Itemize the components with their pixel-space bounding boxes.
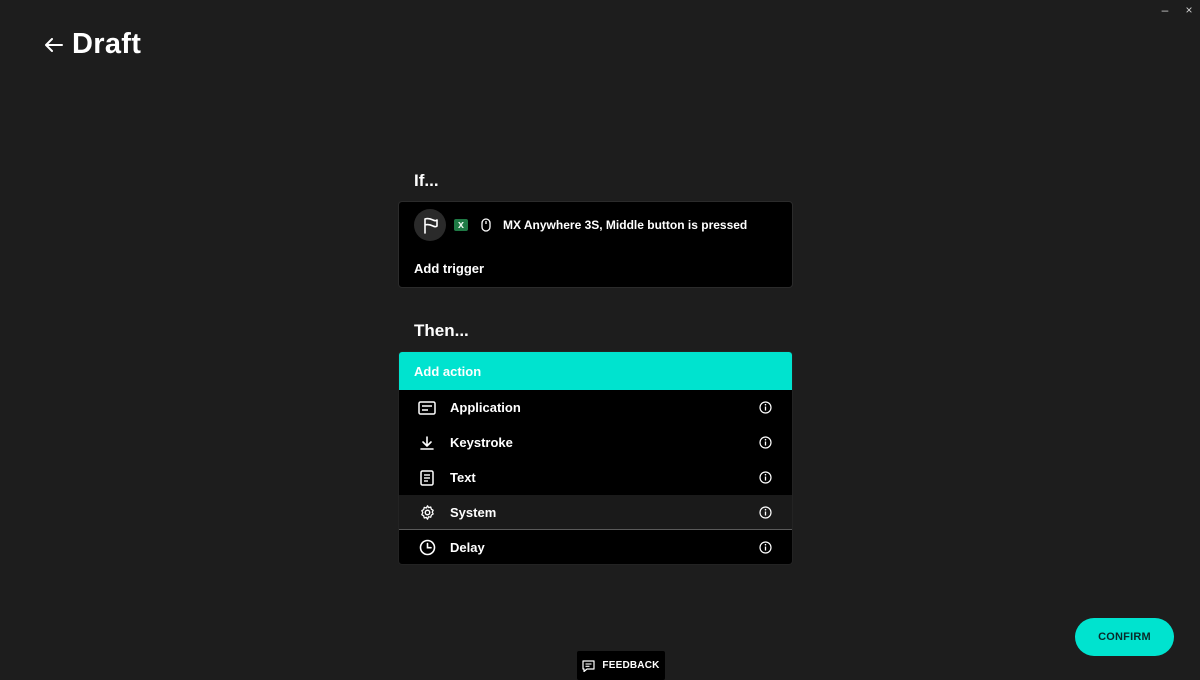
action-item-delay[interactable]: Delay bbox=[399, 530, 792, 564]
clock-icon bbox=[418, 539, 436, 557]
excel-app-icon: X bbox=[454, 219, 468, 231]
info-icon[interactable] bbox=[759, 471, 772, 484]
info-icon[interactable] bbox=[759, 506, 772, 519]
action-label: Delay bbox=[450, 540, 485, 555]
page-header: Draft bbox=[44, 28, 141, 61]
trigger-description: MX Anywhere 3S, Middle button is pressed bbox=[503, 218, 748, 232]
info-icon[interactable] bbox=[759, 436, 772, 449]
if-section-label: If... bbox=[414, 171, 439, 190]
back-arrow-icon[interactable] bbox=[44, 35, 64, 55]
trigger-row[interactable]: X MX Anywhere 3S, Middle button is press… bbox=[414, 209, 747, 241]
confirm-button[interactable]: CONFIRM bbox=[1075, 618, 1174, 656]
add-trigger-button[interactable]: Add trigger bbox=[414, 261, 484, 276]
app-window: – × Draft If... X MX Anywhere 3S, Middle… bbox=[0, 0, 1200, 680]
mouse-icon bbox=[480, 218, 492, 232]
action-label: Application bbox=[450, 400, 521, 415]
feedback-icon bbox=[582, 659, 596, 672]
action-label: Text bbox=[450, 470, 476, 485]
then-section-label: Then... bbox=[414, 321, 469, 340]
flag-icon bbox=[414, 209, 446, 241]
action-item-system[interactable]: System bbox=[399, 495, 792, 530]
feedback-button[interactable]: FEEDBACK bbox=[577, 651, 665, 680]
minimize-button[interactable]: – bbox=[1158, 2, 1172, 18]
action-label: Keystroke bbox=[450, 435, 513, 450]
gear-icon bbox=[418, 503, 436, 521]
download-arrow-icon bbox=[418, 434, 436, 452]
info-icon[interactable] bbox=[759, 401, 772, 414]
info-icon[interactable] bbox=[759, 541, 772, 554]
action-item-application[interactable]: Application bbox=[399, 390, 792, 425]
feedback-label: FEEDBACK bbox=[602, 660, 660, 671]
window-controls: – × bbox=[1158, 2, 1196, 18]
action-dropdown: Add action Application Keystroke Text Sy… bbox=[398, 351, 793, 565]
action-item-keystroke[interactable]: Keystroke bbox=[399, 425, 792, 460]
action-item-text[interactable]: Text bbox=[399, 460, 792, 495]
application-window-icon bbox=[418, 399, 436, 417]
action-label: System bbox=[450, 504, 497, 520]
document-text-icon bbox=[418, 469, 436, 487]
trigger-card: X MX Anywhere 3S, Middle button is press… bbox=[398, 201, 793, 288]
close-button[interactable]: × bbox=[1182, 2, 1196, 18]
add-action-button[interactable]: Add action bbox=[399, 352, 792, 390]
page-title: Draft bbox=[72, 28, 142, 60]
